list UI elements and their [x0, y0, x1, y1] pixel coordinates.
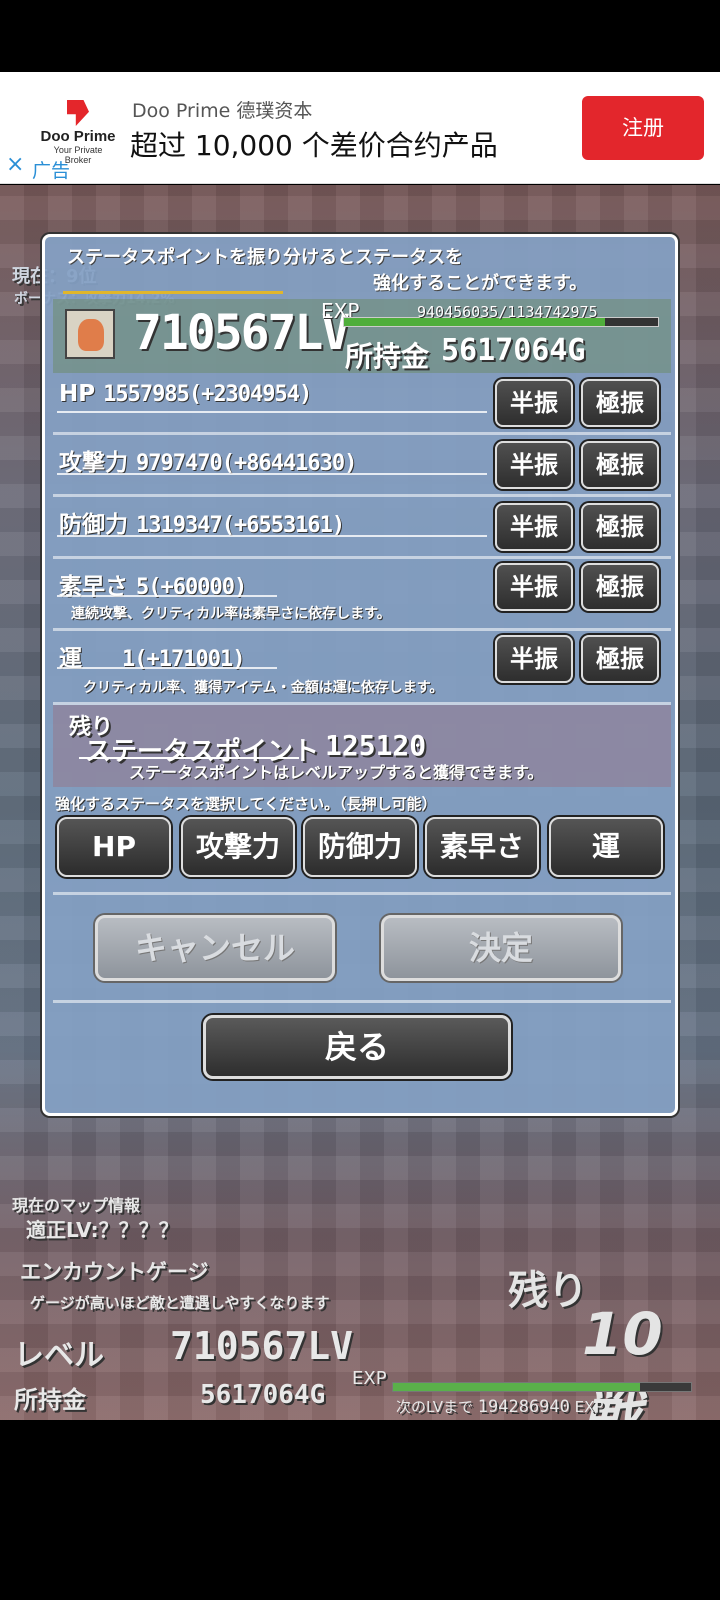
- stat-underline: [57, 595, 277, 597]
- hp-half-button[interactable]: 半振: [495, 379, 573, 427]
- pick-attack-button[interactable]: 攻撃力: [181, 817, 295, 877]
- stat-row-speed: 素早さ 5(+60000) 連続攻撃、クリティカル率は素早さに依存します。 半振 …: [53, 559, 671, 631]
- character-level: 710567LV: [133, 305, 350, 361]
- defense-max-button[interactable]: 極振: [581, 503, 659, 551]
- remaining-battles-label: 残り: [508, 1268, 588, 1314]
- stat-underline: [57, 535, 487, 537]
- stat-row-attack: 攻撃力 9797470(+86441630) 半振 極振: [53, 435, 671, 497]
- pick-hp-button[interactable]: HP: [57, 817, 171, 877]
- pick-defense-button[interactable]: 防御力: [303, 817, 417, 877]
- status-bar-area: [0, 0, 720, 72]
- ad-close-icon[interactable]: ×: [6, 152, 24, 177]
- speed-half-button[interactable]: 半振: [495, 563, 573, 611]
- character-portrait-icon: [78, 319, 104, 351]
- hud-next-level: 次のLVまで 194286940 EXP: [396, 1396, 603, 1417]
- hud-gold-label: 所持金: [14, 1386, 86, 1414]
- doo-prime-logo-icon: [67, 100, 89, 126]
- ad-label: 广告: [32, 160, 71, 182]
- info-divider: [63, 291, 283, 294]
- ad-register-button[interactable]: 注册: [582, 96, 704, 160]
- hud-exp-fill: [393, 1383, 641, 1391]
- hud-exp-label: EXP: [352, 1368, 387, 1389]
- confirm-button[interactable]: 決定: [381, 915, 621, 981]
- stat-row-defense: 防御力 1319347(+6553161) 半振 極振: [53, 497, 671, 559]
- map-info-label: 現在のマップ情報: [12, 1196, 141, 1215]
- stat-underline: [57, 667, 277, 669]
- stat-row-luck: 運 1(+171001) クリティカル率、獲得アイテム・金額は運に依存します。 半…: [53, 631, 671, 705]
- remaining-points-value: 125120: [325, 729, 427, 762]
- ad-headline: 超过 10,000 个差价合约产品: [130, 129, 498, 162]
- defense-half-button[interactable]: 半振: [495, 503, 573, 551]
- luck-half-button[interactable]: 半振: [495, 635, 573, 683]
- hud-next-value: 194286940: [477, 1397, 570, 1417]
- hud-exp-bar: [392, 1382, 692, 1392]
- hud-next-label: 次のLVまで: [396, 1398, 473, 1416]
- pick-speed-button[interactable]: 素早さ: [425, 817, 539, 877]
- speed-max-button[interactable]: 極振: [581, 563, 659, 611]
- exp-numbers: 940456035/1134742975: [417, 303, 598, 321]
- luck-max-button[interactable]: 極振: [581, 635, 659, 683]
- back-button[interactable]: 戻る: [203, 1015, 511, 1079]
- gold-value: 5617064G: [441, 333, 586, 368]
- attack-max-button[interactable]: 極振: [581, 441, 659, 489]
- attack-half-button[interactable]: 半振: [495, 441, 573, 489]
- ad-brand: Doo Prime 德璞资本: [132, 100, 313, 122]
- info-text-line2: 強化することができます。: [373, 273, 588, 294]
- stat-attack-text: 攻撃力 9797470(+86441630): [59, 443, 357, 477]
- stat-row-hp: HP 1557985(+2304954) 半振 極振: [53, 373, 671, 435]
- remaining-points-panel: 残り ステータスポイント 125120 ステータスポイントはレベルアップすると獲…: [53, 705, 671, 787]
- info-text-line1: ステータスポイントを振り分けるとステータスを: [67, 247, 463, 268]
- hud-next-unit: EXP: [574, 1398, 604, 1416]
- stat-select-row: 強化するステータスを選択してください。（長押し可能） HP 攻撃力 防御力 素早…: [53, 787, 671, 895]
- hud-level-label: レベル: [14, 1338, 104, 1373]
- hp-max-button[interactable]: 極振: [581, 379, 659, 427]
- remaining-points-desc: ステータスポイントはレベルアップすると獲得できます。: [129, 763, 544, 782]
- avatar: [65, 309, 115, 359]
- stat-defense-text: 防御力 1319347(+6553161): [59, 505, 345, 539]
- stat-hp-text: HP 1557985(+2304954): [59, 381, 312, 407]
- encounter-gauge-desc: ゲージが高いほど敵と遭遇しやすくなります: [30, 1294, 330, 1312]
- hud-level-value: 710567LV: [170, 1324, 354, 1368]
- recommended-level: 適正LV:？？？？: [26, 1218, 179, 1242]
- stat-underline: [57, 473, 487, 475]
- status-allocation-dialog: ステータスポイントを振り分けるとステータスを 強化することができます。 7105…: [42, 234, 678, 1116]
- ad-logo: Doo Prime Your Private Broker: [40, 100, 116, 165]
- character-summary: 710567LV EXP 940456035/1134742975 所持金 56…: [53, 299, 671, 373]
- stat-underline: [57, 411, 487, 413]
- stat-luck-desc: クリティカル率、獲得アイテム・金額は運に依存します。: [83, 680, 444, 696]
- encounter-gauge-label: エンカウントゲージ: [20, 1260, 209, 1284]
- stat-hp-name: HP: [59, 381, 96, 407]
- stat-select-title: 強化するステータスを選択してください。（長押し可能）: [55, 795, 437, 813]
- hud-gold-value: 5617064G: [200, 1380, 326, 1410]
- gold-label: 所持金: [345, 340, 430, 373]
- ad-logo-name: Doo Prime: [40, 128, 116, 145]
- action-row: キャンセル 決定: [53, 895, 671, 1003]
- stat-speed-desc: 連続攻撃、クリティカル率は素早さに依存します。: [71, 606, 391, 622]
- pick-luck-button[interactable]: 運: [549, 817, 663, 877]
- nav-bar-area: [0, 1420, 720, 1600]
- cancel-button[interactable]: キャンセル: [95, 915, 335, 981]
- stat-hp-value: 1557985(+2304954): [103, 382, 312, 407]
